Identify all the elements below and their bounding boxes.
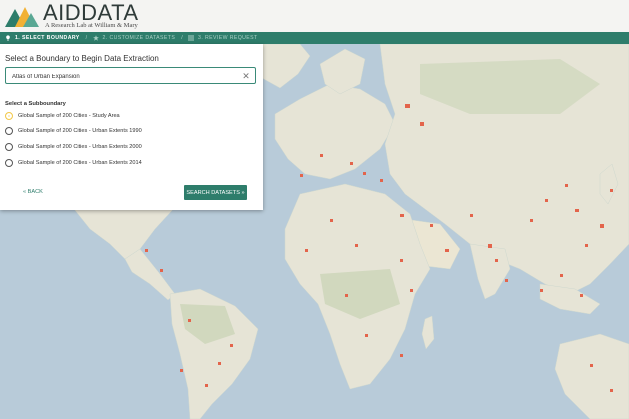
subboundary-label: Select a Subboundary — [5, 101, 66, 107]
step-label: 3. REVIEW REQUEST — [198, 35, 258, 41]
step-bar: 1. SELECT BOUNDARY / 2. CUSTOMIZE DATASE… — [0, 32, 629, 44]
step-label: 1. SELECT BOUNDARY — [15, 35, 80, 41]
star-icon — [92, 35, 99, 41]
list-icon — [188, 35, 195, 41]
subboundary-option-2014[interactable]: Global Sample of 200 Cities - Urban Exte… — [5, 157, 255, 169]
boundary-panel: Select a Boundary to Begin Data Extracti… — [0, 44, 263, 210]
map-marker-icon — [6, 35, 10, 41]
boundary-select[interactable]: ✕ — [5, 67, 256, 84]
header-bar: AIDDATA A Research Lab at William & Mary — [0, 0, 629, 32]
subboundary-option-2000[interactable]: Global Sample of 200 Cities - Urban Exte… — [5, 141, 255, 153]
logo-mountains-icon — [5, 7, 39, 27]
option-label: Global Sample of 200 Cities - Urban Exte… — [18, 144, 142, 150]
logo-title: AIDDATA — [43, 0, 139, 25]
step-review-request[interactable]: 3. REVIEW REQUEST — [188, 35, 258, 41]
option-label: Global Sample of 200 Cities - Urban Exte… — [18, 128, 142, 134]
radio-button[interactable] — [5, 112, 13, 120]
logo-tagline: A Research Lab at William & Mary — [45, 22, 138, 29]
step-label: 2. CUSTOMIZE DATASETS — [102, 35, 176, 41]
back-link[interactable]: « BACK — [23, 189, 43, 195]
clear-icon[interactable]: ✕ — [241, 71, 251, 81]
step-separator: / — [85, 35, 88, 41]
boundary-input[interactable] — [12, 72, 232, 81]
radio-button[interactable] — [5, 127, 13, 135]
step-separator: / — [181, 35, 184, 41]
step-select-boundary[interactable]: 1. SELECT BOUNDARY — [5, 35, 80, 41]
subboundary-option-1990[interactable]: Global Sample of 200 Cities - Urban Exte… — [5, 125, 255, 137]
option-label: Global Sample of 200 Cities - Urban Exte… — [18, 160, 142, 166]
step-customize-datasets[interactable]: 2. CUSTOMIZE DATASETS — [92, 35, 176, 41]
aiddata-logo[interactable]: AIDDATA A Research Lab at William & Mary — [5, 2, 139, 30]
radio-button[interactable] — [5, 159, 13, 167]
subboundary-option-study-area[interactable]: Global Sample of 200 Cities - Study Area — [5, 110, 255, 122]
search-datasets-button[interactable]: SEARCH DATASETS » — [184, 185, 247, 200]
radio-button[interactable] — [5, 143, 13, 151]
option-label: Global Sample of 200 Cities - Study Area — [18, 113, 120, 119]
panel-title: Select a Boundary to Begin Data Extracti… — [5, 54, 159, 63]
